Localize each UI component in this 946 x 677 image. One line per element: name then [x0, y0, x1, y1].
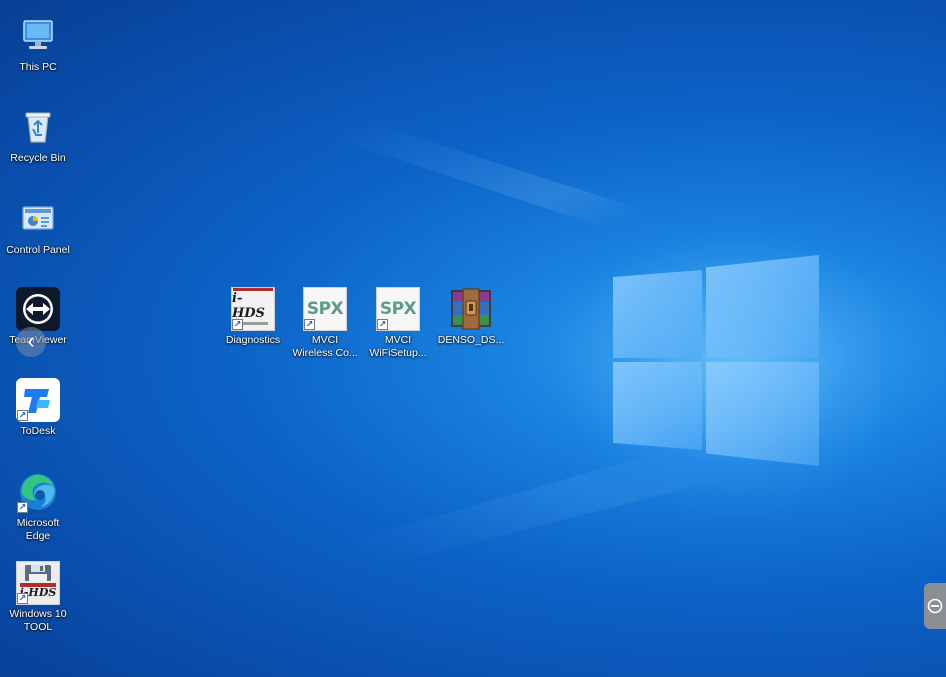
desktop-icon-label: Diagnostics — [225, 334, 281, 346]
desktop-icon-recycle-bin[interactable]: Recycle Bin — [0, 105, 76, 165]
desktop-icon-mvci-wireless[interactable]: SPX ↗ MVCI Wireless Co... — [287, 287, 363, 360]
windows-logo-pane-bottom-right — [706, 362, 819, 466]
desktop-icon-label: Microsoft Edge — [16, 517, 60, 542]
desktop-icon-control-panel[interactable]: Control Panel — [0, 197, 76, 257]
desktop-icon-label: ToDesk — [20, 425, 56, 437]
winrar-archive-icon — [449, 287, 493, 331]
desktop-icon-this-pc[interactable]: This PC — [0, 14, 76, 74]
ihds-logo-text: i-HDS — [232, 291, 265, 322]
desktop-icon-todesk[interactable]: ↗ ToDesk — [0, 378, 76, 438]
right-edge-widget[interactable] — [924, 583, 946, 629]
ihds-icon: i-HDS ↗ — [231, 287, 275, 331]
side-panel-handle[interactable]: ‹ — [16, 327, 46, 357]
desktop-icon-diagnostics[interactable]: i-HDS ↗ Diagnostics — [215, 287, 291, 347]
floppy-disk-icon — [25, 565, 51, 581]
ihds-floppy-icon: i-HDS ↗ — [16, 561, 60, 605]
desktop-icon-mvci-wifisetup[interactable]: SPX ↗ MVCI WiFiSetup... — [360, 287, 436, 360]
shortcut-arrow-icon: ↗ — [17, 593, 28, 604]
spx-logo-text: SPX — [379, 299, 417, 319]
desktop-icon-label: MVCI WiFiSetup... — [369, 334, 427, 359]
desktop-icon-label: MVCI Wireless Co... — [292, 334, 358, 359]
desktop-icon-microsoft-edge[interactable]: ↗ Microsoft Edge — [0, 470, 76, 543]
teamviewer-icon — [16, 287, 60, 331]
remote-control-icon — [927, 598, 943, 614]
desktop-icon-label: DENSO_DS... — [437, 334, 505, 346]
desktop-icon-label: This PC — [19, 61, 57, 73]
todesk-icon: ↗ — [16, 378, 60, 422]
shortcut-arrow-icon: ↗ — [232, 319, 243, 330]
spx-icon: SPX ↗ — [376, 287, 420, 331]
windows-logo-pane-bottom-left — [613, 362, 702, 450]
desktop-icon-label: Recycle Bin — [10, 152, 66, 164]
spx-icon: SPX ↗ — [303, 287, 347, 331]
desktop[interactable]: This PC Recycle Bin Control Panel ‹ ↗ To… — [0, 0, 946, 677]
shortcut-arrow-icon: ↗ — [377, 319, 388, 330]
windows-logo-pane-top-left — [613, 270, 702, 358]
desktop-icon-denso-ds[interactable]: DENSO_DS... — [433, 287, 509, 347]
shortcut-arrow-icon: ↗ — [17, 502, 28, 513]
windows-logo-pane-top-right — [706, 255, 819, 358]
edge-icon: ↗ — [16, 470, 60, 514]
desktop-icon-label: Windows 10 TOOL — [9, 608, 67, 633]
computer-icon — [16, 14, 60, 58]
recycle-bin-icon — [16, 105, 60, 149]
control-panel-icon — [16, 197, 60, 241]
desktop-icon-windows-10-tool[interactable]: i-HDS ↗ Windows 10 TOOL — [0, 561, 76, 634]
desktop-icon-label: Control Panel — [6, 244, 70, 256]
spx-logo-text: SPX — [306, 299, 344, 319]
shortcut-arrow-icon: ↗ — [304, 319, 315, 330]
shortcut-arrow-icon: ↗ — [17, 410, 28, 421]
